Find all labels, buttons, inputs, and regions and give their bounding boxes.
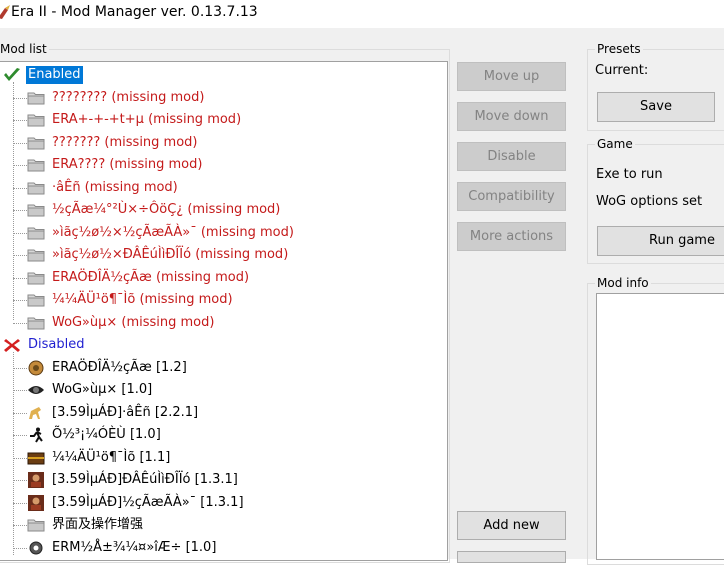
book-icon (27, 360, 45, 376)
extra-button[interactable] (457, 551, 566, 563)
presets-current-label: Current: (595, 63, 649, 78)
enabled-mod-label: ½çÃæ¼°²Ù×÷ÔöÇ¿ (missing mod) (52, 202, 281, 217)
tree-connector (13, 210, 27, 211)
enabled-mod-label: ???????? (missing mod) (52, 89, 205, 105)
folder-icon (27, 112, 45, 128)
enabled-mod-label: ??????? (missing mod) (52, 134, 198, 150)
title-bar: Era II - Mod Manager ver. 0.13.7.13 (0, 0, 724, 28)
check-icon (4, 68, 20, 81)
gear-icon (27, 540, 45, 556)
tree-connector (13, 367, 27, 369)
disable-button[interactable]: Disable (457, 142, 566, 171)
tree-connector (13, 502, 27, 504)
tree-connector (13, 480, 27, 481)
disabled-mod-label: WoG»ùµ× [1.0] (52, 382, 153, 397)
tree-connector (13, 232, 27, 234)
move-down-button[interactable]: Move down (457, 102, 566, 131)
folder-icon (27, 157, 45, 173)
disabled-mod-label: ¼¼ÄÜ¹ö¶¯Ìõ [1.1] (52, 449, 171, 465)
disabled-mod-label: [3.59ÌµÁÐ]·âÊñ [2.2.1] (52, 404, 199, 420)
folder-icon (27, 225, 45, 241)
disabled-mod-label: ERM½Å±¾¼¤»îÆ÷ [1.0] (52, 539, 217, 555)
folder-icon (27, 517, 45, 533)
enabled-mod-label: »ìãç½ø½×½çÃæÃÀ»¯ (missing mod) (52, 224, 294, 240)
tree-connector (13, 255, 27, 256)
tree-connector (13, 120, 27, 121)
enabled-mod-label: »ìãç½ø½×ÐÂÊúÌìÐÎÏó (missing mod) (52, 247, 289, 262)
chest-icon (27, 450, 45, 466)
disabled-mod-label: Õ½³¡¼ÓÈÙ [1.0] (52, 427, 161, 442)
enabled-mod-label: ERA+-+-+t+µ (missing mod) (52, 112, 242, 127)
folder-icon (27, 202, 45, 218)
presets-caption: Presets (595, 42, 643, 56)
tree-connector (13, 435, 27, 436)
hero-portrait-icon (27, 494, 45, 511)
tree-connector (13, 277, 27, 279)
folder-icon (27, 315, 45, 331)
disabled-group-label: Disabled (28, 337, 85, 352)
enabled-mod-label: ERAÖÐÎÄ½çÃæ (missing mod) (52, 269, 250, 285)
more-actions-button[interactable]: More actions (457, 222, 566, 251)
tree-connector (13, 390, 27, 391)
tree-connector (13, 142, 27, 144)
horse-icon (27, 405, 45, 421)
hero-portrait-icon (27, 472, 45, 488)
disabled-mod-label: [3.59ÌµÁÐ]ÐÂÊúÌìÐÎÏó [1.3.1] (52, 472, 238, 487)
tree-connector (13, 412, 27, 414)
game-caption: Game (595, 137, 635, 151)
tree-connector (13, 300, 27, 301)
eye-icon (27, 382, 45, 398)
move-up-button[interactable]: Move up (457, 62, 566, 91)
disabled-mod-label: 界面及操作增强 (52, 517, 144, 532)
exe-to-run-label: Exe to run (596, 167, 663, 182)
tree-connector (13, 525, 27, 526)
enabled-mod-label: ·âÊñ (missing mod) (52, 179, 178, 195)
window-title: Era II - Mod Manager ver. 0.13.7.13 (11, 4, 258, 20)
enabled-mod-label: WoG»ùµ× (missing mod) (52, 314, 215, 330)
disabled-mod-label: [3.59ÌµÁÐ]½çÃæÃÀ»¯ [1.3.1] (52, 494, 244, 510)
tree-connector (13, 187, 27, 189)
folder-icon (27, 180, 45, 196)
tree-connector (13, 547, 27, 549)
enabled-mod-label: ERA???? (missing mod) (52, 157, 203, 172)
tree-connector (13, 97, 27, 99)
folder-icon (27, 247, 45, 263)
compatibility-button[interactable]: Compatibility (457, 182, 566, 211)
modinfo-caption: Mod info (595, 276, 651, 290)
tree-connector (13, 457, 27, 459)
modinfo-textbox[interactable] (596, 293, 724, 560)
red-x-icon (4, 339, 20, 352)
tree-connector (13, 165, 27, 166)
enabled-mod-label: ¼¼ÄÜ¹ö¶¯Ìõ (missing mod) (52, 292, 233, 307)
folder-icon (27, 270, 45, 286)
wog-options-label: WoG options set (596, 194, 703, 209)
tree-connector (13, 322, 27, 324)
disabled-mod-label: ERAÖÐÎÄ½çÃæ [1.2] (52, 359, 187, 375)
save-button[interactable]: Save (597, 92, 715, 122)
enabled-group-label: Enabled (26, 66, 83, 84)
mod-tree[interactable]: Enabled ???????? (missing mod) ERA+-+-+t+µ… (0, 61, 448, 561)
tree-connector (13, 82, 14, 320)
run-game-button[interactable]: Run game (597, 226, 724, 256)
modlist-caption: Mod list (0, 42, 49, 56)
folder-icon (27, 135, 45, 151)
add-new-button[interactable]: Add new (457, 511, 566, 540)
folder-icon (27, 292, 45, 308)
folder-icon (27, 90, 45, 106)
running-man-icon (27, 427, 45, 443)
